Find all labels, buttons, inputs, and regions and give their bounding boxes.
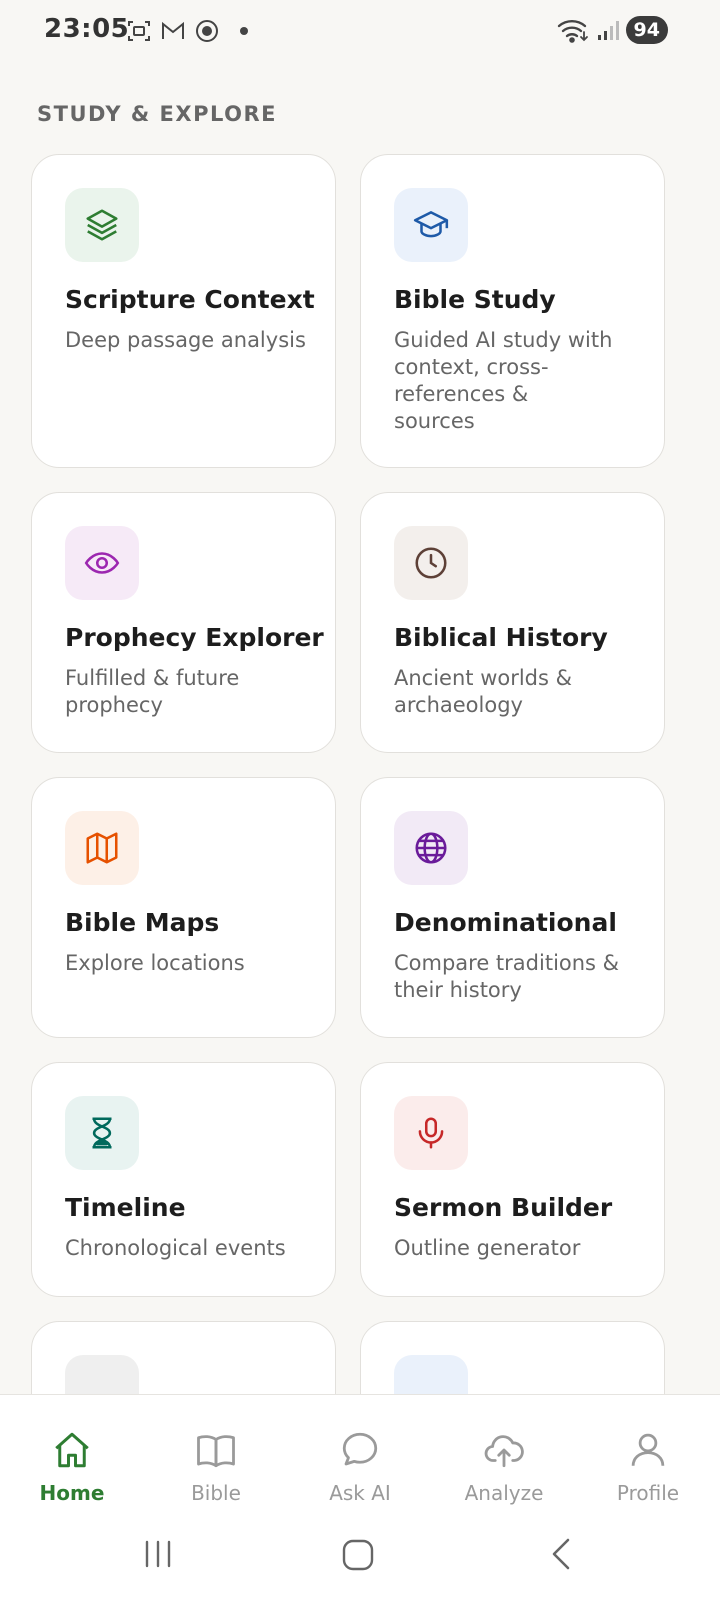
nav-label: Ask AI <box>329 1481 391 1505</box>
recent-apps-icon[interactable] <box>140 1536 176 1572</box>
card-description: Explore locations <box>65 951 245 975</box>
nav-label: Profile <box>616 1481 680 1505</box>
card-description: Fulfilled & future prophecy <box>65 666 240 717</box>
system-nav-bar <box>0 1514 720 1600</box>
card-biblical-history[interactable]: Biblical History Ancient worlds & archae… <box>360 492 665 753</box>
globe-icon <box>415 832 447 864</box>
microphone-icon <box>418 1117 444 1149</box>
card-title: Biblical History <box>394 623 608 652</box>
chat-bubble-icon <box>342 1432 378 1466</box>
hourglass-icon <box>92 1117 112 1149</box>
notification-icons <box>126 18 254 44</box>
card-title: Bible Maps <box>65 908 220 937</box>
eye-icon <box>84 552 120 574</box>
card-icon-tile <box>394 811 468 885</box>
card-description: Ancient worlds & archaeology <box>394 666 573 717</box>
home-icon <box>55 1432 89 1468</box>
status-right: 94 <box>556 16 668 44</box>
status-time: 23:05 <box>44 14 130 44</box>
nav-profile[interactable]: Profile <box>576 1395 720 1515</box>
book-icon <box>197 1435 235 1468</box>
nav-bible[interactable]: Bible <box>144 1395 288 1515</box>
card-scripture-context[interactable]: Scripture Context Deep passage analysis <box>31 154 336 468</box>
card-description: Compare traditions & their history <box>394 951 620 1002</box>
card-title: Denominational <box>394 908 617 937</box>
nav-label: Bible <box>191 1481 241 1505</box>
card-description: Outline generator <box>394 1236 581 1260</box>
nav-label: Analyze <box>464 1481 544 1505</box>
graduation-cap-icon <box>413 211 449 238</box>
upload-cloud-icon <box>484 1435 524 1468</box>
nav-analyze[interactable]: Analyze <box>432 1395 576 1515</box>
section-heading: STUDY & EXPLORE <box>37 102 277 126</box>
card-title: Prophecy Explorer <box>65 623 324 652</box>
card-denominational[interactable]: Denominational Compare traditions & thei… <box>360 777 665 1038</box>
screenshot-icon <box>128 21 150 41</box>
signal-icon <box>597 21 619 40</box>
gmail-icon <box>162 21 184 39</box>
card-icon-tile <box>65 526 139 600</box>
user-icon <box>631 1433 665 1466</box>
battery-level: 94 <box>625 16 668 44</box>
card-title: Timeline <box>65 1193 186 1222</box>
card-icon-tile <box>394 1096 468 1170</box>
status-bar: 23:05 94 <box>0 0 720 64</box>
card-bible-maps[interactable]: Bible Maps Explore locations <box>31 777 336 1038</box>
nav-ask-ai[interactable]: Ask AI <box>288 1395 432 1515</box>
card-title: Scripture Context <box>65 285 315 314</box>
record-icon <box>196 20 218 42</box>
card-icon-tile <box>65 188 139 262</box>
back-icon[interactable] <box>546 1536 576 1572</box>
app-screen: 23:05 94 STUDY & EXPLORE Scripture Conte… <box>0 0 720 1600</box>
card-title: Bible Study <box>394 285 556 314</box>
card-title: Sermon Builder <box>394 1193 613 1222</box>
card-sermon-builder[interactable]: Sermon Builder Outline generator <box>360 1062 665 1297</box>
card-bible-study[interactable]: Bible Study Guided AI study with context… <box>360 154 665 468</box>
nav-home[interactable]: Home <box>0 1395 144 1515</box>
card-icon-tile <box>394 526 468 600</box>
wifi-icon <box>557 20 588 43</box>
card-icon-tile <box>65 1096 139 1170</box>
card-description: Chronological events <box>65 1236 286 1260</box>
card-timeline[interactable]: Timeline Chronological events <box>31 1062 336 1297</box>
home-button-icon[interactable] <box>339 1536 377 1574</box>
bottom-nav: Home Bible Ask AI Analyze Profile <box>0 1394 720 1515</box>
layers-icon <box>86 209 118 241</box>
card-icon-tile <box>394 188 468 262</box>
card-prophecy-explorer[interactable]: Prophecy Explorer Fulfilled & future pro… <box>31 492 336 753</box>
card-icon-tile <box>65 811 139 885</box>
card-description: Guided AI study with context, cross-refe… <box>394 328 613 433</box>
nav-label: Home <box>39 1481 105 1505</box>
dot-icon <box>240 27 248 35</box>
map-icon <box>86 832 118 864</box>
card-description: Deep passage analysis <box>65 328 306 352</box>
clock-icon <box>415 547 447 579</box>
